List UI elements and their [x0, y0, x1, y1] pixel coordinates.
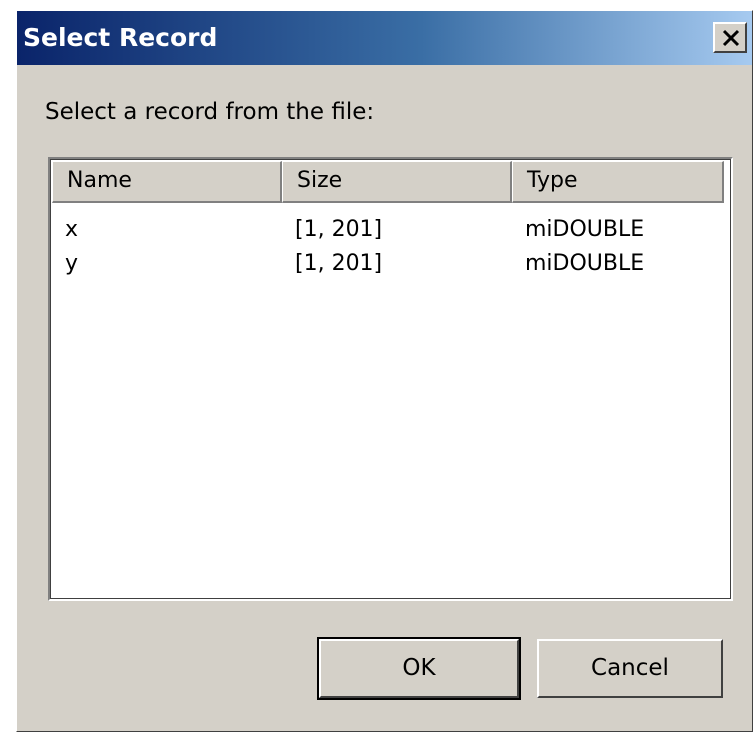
dialog-title: Select Record: [23, 23, 218, 52]
list-item[interactable]: x [1, 201] miDOUBLE: [52, 213, 724, 247]
column-header-type[interactable]: Type: [512, 161, 724, 203]
cancel-button[interactable]: Cancel: [537, 639, 723, 698]
record-size: [1, 201]: [295, 217, 383, 242]
record-name: x: [65, 217, 79, 242]
column-header-name[interactable]: Name: [52, 161, 282, 203]
column-header-size[interactable]: Size: [282, 161, 512, 203]
ok-button[interactable]: OK: [317, 637, 521, 700]
list-rows: x [1, 201] miDOUBLE y [1, 201] miDOUBLE: [52, 213, 724, 281]
title-bar[interactable]: Select Record: [17, 11, 752, 65]
record-type: miDOUBLE: [525, 217, 645, 242]
select-record-dialog: Select Record Select a record from the f…: [16, 10, 753, 732]
record-list[interactable]: Name Size Type x [1, 201] miDOUBLE y [1,…: [48, 157, 733, 601]
list-header: Name Size Type: [52, 161, 724, 203]
record-size: [1, 201]: [295, 251, 383, 276]
prompt-label: Select a record from the file:: [45, 99, 375, 125]
record-type: miDOUBLE: [525, 251, 645, 276]
close-icon: [722, 29, 740, 47]
record-name: y: [65, 251, 79, 276]
close-button[interactable]: [713, 22, 747, 53]
list-item[interactable]: y [1, 201] miDOUBLE: [52, 247, 724, 281]
